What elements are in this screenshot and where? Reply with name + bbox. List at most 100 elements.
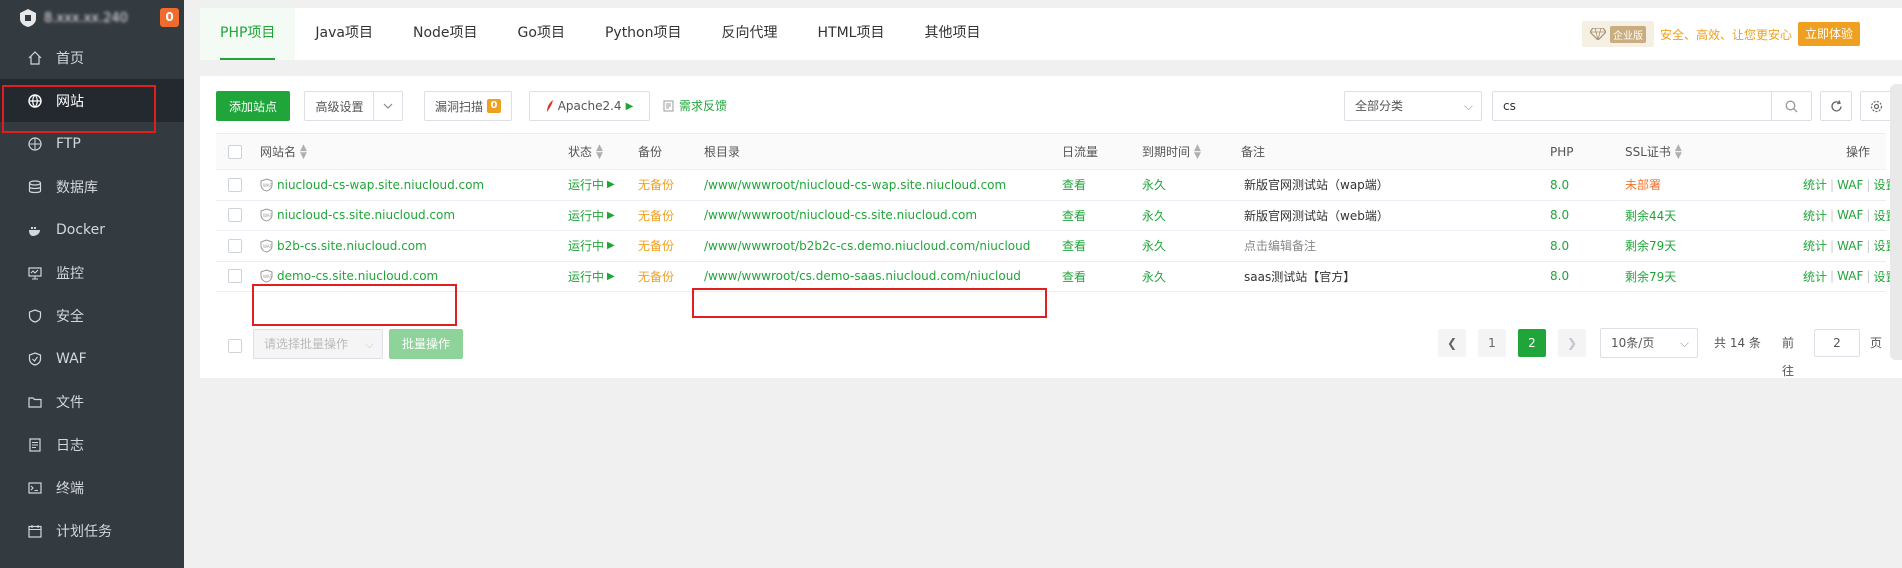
page-2-button[interactable]: 2 xyxy=(1518,329,1546,357)
remark-cell[interactable]: 点击编辑备注 xyxy=(1244,231,1316,261)
page-size-select[interactable]: 10条/页 ⌵ xyxy=(1600,328,1698,358)
col-expire[interactable]: 到期时间 ▲ ▼ xyxy=(1142,134,1201,169)
floating-side-toolbar[interactable] xyxy=(1890,84,1902,360)
tab-1[interactable]: Java项目 xyxy=(295,8,393,60)
status-cell[interactable]: 运行中 ▶ xyxy=(568,201,615,231)
remark-cell[interactable]: 新版官网测试站（web端） xyxy=(1244,201,1389,231)
remark-cell[interactable]: 新版官网测试站（wap端） xyxy=(1244,170,1389,200)
sidebar-item-10[interactable]: 终端 xyxy=(0,466,184,509)
site-name[interactable]: niucloud-cs-wap.site.niucloud.com xyxy=(277,178,484,192)
enterprise-badge[interactable]: 企业版 xyxy=(1581,21,1654,47)
php-version-cell[interactable]: 8.0 xyxy=(1550,170,1569,200)
select-all-checkbox[interactable] xyxy=(228,144,242,159)
advanced-settings-button[interactable]: 高级设置 xyxy=(304,91,374,121)
notification-badge[interactable]: 0 xyxy=(160,8,179,27)
php-version-cell[interactable]: 8.0 xyxy=(1550,262,1569,292)
sidebar-item-11[interactable]: 计划任务 xyxy=(0,509,184,552)
root-path-cell[interactable]: /www/wwwroot/niucloud-cs-wap.site.niuclo… xyxy=(704,170,1006,200)
site-name-cell[interactable]: WAF demo-cs.site.niucloud.com xyxy=(260,262,438,292)
traffic-view-link[interactable]: 查看 xyxy=(1062,231,1086,261)
php-version-cell[interactable]: 8.0 xyxy=(1550,231,1569,261)
ssl-cell[interactable]: 剩余79天 xyxy=(1625,262,1676,292)
root-path-cell[interactable]: /www/wwwroot/niucloud-cs.site.niucloud.c… xyxy=(704,201,977,231)
tab-6[interactable]: HTML项目 xyxy=(798,8,905,60)
refresh-button[interactable] xyxy=(1820,91,1852,121)
ssl-cell[interactable]: 剩余79天 xyxy=(1625,231,1676,261)
sidebar-item-9[interactable]: 日志 xyxy=(0,423,184,466)
traffic-view-link[interactable]: 查看 xyxy=(1062,262,1086,292)
sidebar-item-4[interactable]: Docker xyxy=(0,208,184,251)
try-now-button[interactable]: 立即体验 xyxy=(1797,22,1860,46)
remark-cell[interactable]: saas测试站【官方】 xyxy=(1244,262,1355,292)
status-cell[interactable]: 运行中 ▶ xyxy=(568,262,615,292)
sidebar-item-5[interactable]: 监控 xyxy=(0,251,184,294)
batch-action-select[interactable]: 请选择批量操作 ⌵ xyxy=(253,329,383,359)
sidebar-item-0[interactable]: 首页 xyxy=(0,36,184,79)
root-path-cell[interactable]: /www/wwwroot/b2b2c-cs.demo.niucloud.com/… xyxy=(704,231,1030,261)
apache-button[interactable]: Apache2.4 ▶ xyxy=(529,91,650,121)
sidebar-item-8[interactable]: 文件 xyxy=(0,380,184,423)
expire-cell[interactable]: 永久 xyxy=(1142,170,1166,200)
traffic-view-link[interactable]: 查看 xyxy=(1062,201,1086,231)
server-name[interactable]: 8.xxx.xx.240 xyxy=(44,11,128,26)
add-site-button[interactable]: 添加站点 xyxy=(216,91,290,121)
waf-link[interactable]: WAF xyxy=(1837,178,1863,192)
waf-link[interactable]: WAF xyxy=(1837,269,1863,283)
site-name-cell[interactable]: WAF niucloud-cs-wap.site.niucloud.com xyxy=(260,170,484,200)
site-name[interactable]: demo-cs.site.niucloud.com xyxy=(277,269,438,283)
row-checkbox[interactable] xyxy=(228,238,242,253)
stats-link[interactable]: 统计 xyxy=(1803,207,1827,224)
sidebar-item-2[interactable]: FTP xyxy=(0,122,184,165)
expire-cell[interactable]: 永久 xyxy=(1142,262,1166,292)
advanced-dropdown-button[interactable] xyxy=(373,91,403,121)
settings-button[interactable] xyxy=(1860,91,1892,121)
stats-link[interactable]: 统计 xyxy=(1803,176,1827,193)
waf-link[interactable]: WAF xyxy=(1837,239,1863,253)
goto-page-input[interactable] xyxy=(1814,329,1860,357)
stats-link[interactable]: 统计 xyxy=(1803,268,1827,285)
backup-cell[interactable]: 无备份 xyxy=(638,262,674,292)
search-input[interactable] xyxy=(1493,92,1763,120)
batch-select-checkbox[interactable] xyxy=(228,339,242,353)
col-status[interactable]: 状态 ▲ ▼ xyxy=(568,134,603,169)
row-checkbox[interactable] xyxy=(228,177,242,192)
tab-5[interactable]: 反向代理 xyxy=(702,8,798,60)
ssl-cell[interactable]: 未部署 xyxy=(1625,170,1661,200)
page-1-button[interactable]: 1 xyxy=(1478,329,1506,357)
vuln-scan-button[interactable]: 漏洞扫描 0 xyxy=(424,91,512,121)
feedback-link[interactable]: 需求反馈 xyxy=(663,91,727,121)
category-select[interactable]: 全部分类 ⌵ xyxy=(1344,91,1482,121)
tab-4[interactable]: Python项目 xyxy=(585,8,702,60)
traffic-view-link[interactable]: 查看 xyxy=(1062,170,1086,200)
sidebar-item-6[interactable]: 安全 xyxy=(0,294,184,337)
ssl-cell[interactable]: 剩余44天 xyxy=(1625,201,1676,231)
prev-page-button[interactable]: ❮ xyxy=(1438,329,1466,357)
site-name-cell[interactable]: WAF niucloud-cs.site.niucloud.com xyxy=(260,201,455,231)
next-page-button[interactable]: ❯ xyxy=(1558,329,1586,357)
stats-link[interactable]: 统计 xyxy=(1803,237,1827,254)
expire-cell[interactable]: 永久 xyxy=(1142,231,1166,261)
php-version-cell[interactable]: 8.0 xyxy=(1550,201,1569,231)
row-checkbox[interactable] xyxy=(228,208,242,223)
tab-2[interactable]: Node项目 xyxy=(393,8,498,60)
site-name[interactable]: niucloud-cs.site.niucloud.com xyxy=(277,208,455,222)
backup-cell[interactable]: 无备份 xyxy=(638,231,674,261)
row-checkbox[interactable] xyxy=(228,269,242,284)
waf-link[interactable]: WAF xyxy=(1837,208,1863,222)
site-name[interactable]: b2b-cs.site.niucloud.com xyxy=(277,239,427,253)
col-name[interactable]: 网站名 ▲ ▼ xyxy=(260,134,307,169)
search-button[interactable] xyxy=(1771,92,1811,120)
col-ssl[interactable]: SSL证书 ▲ ▼ xyxy=(1625,134,1682,169)
tab-0[interactable]: PHP项目 xyxy=(200,8,296,60)
status-cell[interactable]: 运行中 ▶ xyxy=(568,170,615,200)
expire-cell[interactable]: 永久 xyxy=(1142,201,1166,231)
sidebar-item-3[interactable]: 数据库 xyxy=(0,165,184,208)
tab-3[interactable]: Go项目 xyxy=(498,8,585,60)
sidebar-item-7[interactable]: WAF xyxy=(0,337,184,380)
status-cell[interactable]: 运行中 ▶ xyxy=(568,231,615,261)
tab-7[interactable]: 其他项目 xyxy=(904,8,1000,60)
backup-cell[interactable]: 无备份 xyxy=(638,201,674,231)
site-name-cell[interactable]: WAF b2b-cs.site.niucloud.com xyxy=(260,231,427,261)
sidebar-item-1[interactable]: 网站 xyxy=(0,79,184,122)
backup-cell[interactable]: 无备份 xyxy=(638,170,674,200)
